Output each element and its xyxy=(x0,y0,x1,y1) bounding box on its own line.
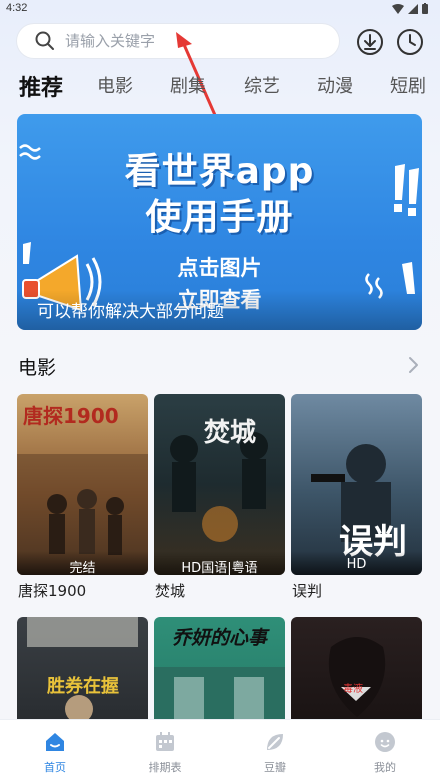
svg-text:毒液: 毒液 xyxy=(343,682,363,695)
calendar-icon xyxy=(156,732,174,751)
movie-card[interactable]: 焚城 HD国语|粤语 焚城 xyxy=(154,394,285,601)
status-bar: 4:32 xyxy=(0,0,440,18)
download-icon[interactable] xyxy=(356,28,384,56)
home-icon xyxy=(46,733,64,751)
chevron-right-icon[interactable] xyxy=(406,356,420,374)
battery-icon xyxy=(422,3,428,14)
poster-text: 乔妍的心事 xyxy=(172,627,268,649)
banner-caption: 可以帮你解决大部分问题 xyxy=(17,290,422,330)
movie-title[interactable]: 唐探1900 xyxy=(17,580,148,601)
poster-badge: HD国语|粤语 xyxy=(154,551,285,575)
clock-icon[interactable] xyxy=(396,28,424,56)
douban-leaf-icon xyxy=(267,734,283,750)
poster-image[interactable]: 焚城 HD国语|粤语 xyxy=(154,394,285,575)
category-tabs: 推荐 电影 剧集 综艺 动漫 短剧 xyxy=(0,72,440,104)
section-title-movies: 电影 xyxy=(18,357,57,379)
poster-text: 焚城 xyxy=(204,418,257,448)
tab-recommend[interactable]: 推荐 xyxy=(19,70,63,102)
nav-profile[interactable]: 我的 xyxy=(350,730,420,775)
movie-card[interactable]: 误判 HD 误判 xyxy=(291,394,422,601)
poster-badge: 完结 xyxy=(17,551,148,575)
nav-schedule[interactable]: 排期表 xyxy=(130,730,200,775)
nav-douban[interactable]: 豆瓣 xyxy=(240,730,310,775)
status-time: 4:32 xyxy=(6,2,28,14)
signal-icon xyxy=(408,3,418,14)
banner-title-line1: 看世界app xyxy=(124,151,315,192)
movie-title[interactable]: 误判 xyxy=(291,580,422,601)
profile-icon xyxy=(375,732,395,752)
nav-label: 排期表 xyxy=(148,761,182,774)
poster-badge: HD xyxy=(291,551,422,575)
banner-title-line2: 使用手册 xyxy=(145,197,294,238)
nav-label: 豆瓣 xyxy=(264,761,286,774)
tab-variety[interactable]: 综艺 xyxy=(244,72,280,98)
search-icon xyxy=(35,31,54,50)
nav-home[interactable]: 首页 xyxy=(20,730,90,775)
nav-label: 首页 xyxy=(44,761,66,774)
banner-sub-line1: 点击图片 xyxy=(177,256,262,280)
poster-image[interactable]: 唐探1900 完结 xyxy=(17,394,148,575)
tab-series[interactable]: 剧集 xyxy=(170,72,206,98)
tab-short-drama[interactable]: 短剧 xyxy=(390,72,426,98)
nav-label: 我的 xyxy=(374,761,396,774)
poster-text: 唐探1900 xyxy=(23,404,119,428)
tab-movies[interactable]: 电影 xyxy=(97,72,133,98)
tab-anime[interactable]: 动漫 xyxy=(317,72,353,98)
wifi-icon xyxy=(392,3,404,14)
status-icons xyxy=(392,3,428,14)
poster-image[interactable]: 误判 HD xyxy=(291,394,422,575)
movie-card[interactable]: 唐探1900 完结 唐探1900 xyxy=(17,394,148,601)
movie-title[interactable]: 焚城 xyxy=(154,580,285,601)
svg-text:胜券在握: 胜券在握 xyxy=(47,675,119,697)
bottom-nav: 首页 排期表 豆瓣 我的 xyxy=(0,719,440,782)
banner[interactable]: 看世界app 使用手册 点击图片 立即查看 可以帮你解决大部分问题 xyxy=(17,114,422,330)
